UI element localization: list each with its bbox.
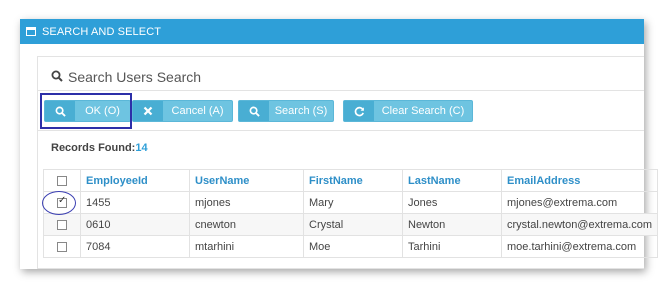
column-header-emailaddress[interactable]: EmailAddress: [500, 169, 659, 192]
cell-emailaddress: mjones@extrema.com: [500, 191, 659, 214]
cell-lastname: Newton: [402, 213, 502, 236]
cell-emailaddress: crystal.newton@extrema.com: [500, 213, 659, 236]
cell-firstname: Mary: [303, 191, 403, 214]
search-button-label: Search (S): [274, 105, 328, 117]
row-checkbox[interactable]: [57, 241, 67, 252]
table-row[interactable]: 0610 cnewton Crystal Newton crystal.newt…: [43, 213, 659, 236]
cell-firstname: Moe: [303, 235, 403, 258]
records-found-label: Records Found:: [51, 142, 136, 154]
row-select-cell: [43, 235, 81, 258]
table-header-row: EmployeeId UserName FirstName LastName E…: [43, 169, 659, 192]
select-all-checkbox[interactable]: [57, 175, 67, 186]
users-table: EmployeeId UserName FirstName LastName E…: [43, 169, 659, 258]
dialog-title: SEARCH AND SELECT: [42, 25, 162, 38]
cancel-button-label: Cancel (A): [171, 105, 224, 117]
row-select-cell: [43, 213, 81, 236]
checkbox-highlight: [42, 191, 76, 215]
cell-username: mtarhini: [189, 235, 304, 258]
cell-username: mjones: [189, 191, 304, 214]
table-row[interactable]: 1455 mjones Mary Jones mjones@extrema.co…: [43, 191, 659, 214]
search-icon: [51, 69, 63, 85]
records-found-count: 14: [135, 142, 148, 154]
row-checkbox[interactable]: [57, 219, 67, 230]
cell-emailaddress: moe.tarhini@extrema.com: [500, 235, 659, 258]
close-icon: [133, 101, 163, 121]
search-button[interactable]: Search (S): [238, 100, 334, 122]
column-header-firstname[interactable]: FirstName: [303, 169, 403, 192]
table-row[interactable]: 7084 mtarhini Moe Tarhini moe.tarhini@ex…: [43, 235, 659, 258]
clear-search-button[interactable]: Clear Search (C): [343, 100, 473, 122]
cell-employeeid: 0610: [80, 213, 190, 236]
cancel-button[interactable]: Cancel (A): [132, 100, 233, 122]
cell-lastname: Tarhini: [402, 235, 502, 258]
search-header-title: Search Users Search: [68, 69, 202, 85]
cell-lastname: Jones: [402, 191, 502, 214]
divider: [37, 130, 644, 131]
cell-employeeid: 1455: [80, 191, 190, 214]
title-bar: SEARCH AND SELECT: [20, 19, 644, 44]
search-header: Search Users Search: [51, 66, 201, 88]
cell-firstname: Crystal: [303, 213, 403, 236]
ok-button-highlight: [40, 93, 132, 129]
column-header-lastname[interactable]: LastName: [402, 169, 502, 192]
cell-employeeid: 7084: [80, 235, 190, 258]
search-icon: [239, 101, 269, 121]
select-all-cell: [43, 169, 81, 192]
refresh-icon: [344, 101, 374, 121]
cell-username: cnewton: [189, 213, 304, 236]
divider: [37, 90, 644, 91]
records-found: Records Found:14: [51, 142, 148, 154]
column-header-username[interactable]: UserName: [189, 169, 304, 192]
column-header-employeeid[interactable]: EmployeeId: [80, 169, 190, 192]
window-icon: [26, 27, 36, 36]
clear-search-button-label: Clear Search (C): [381, 105, 465, 117]
